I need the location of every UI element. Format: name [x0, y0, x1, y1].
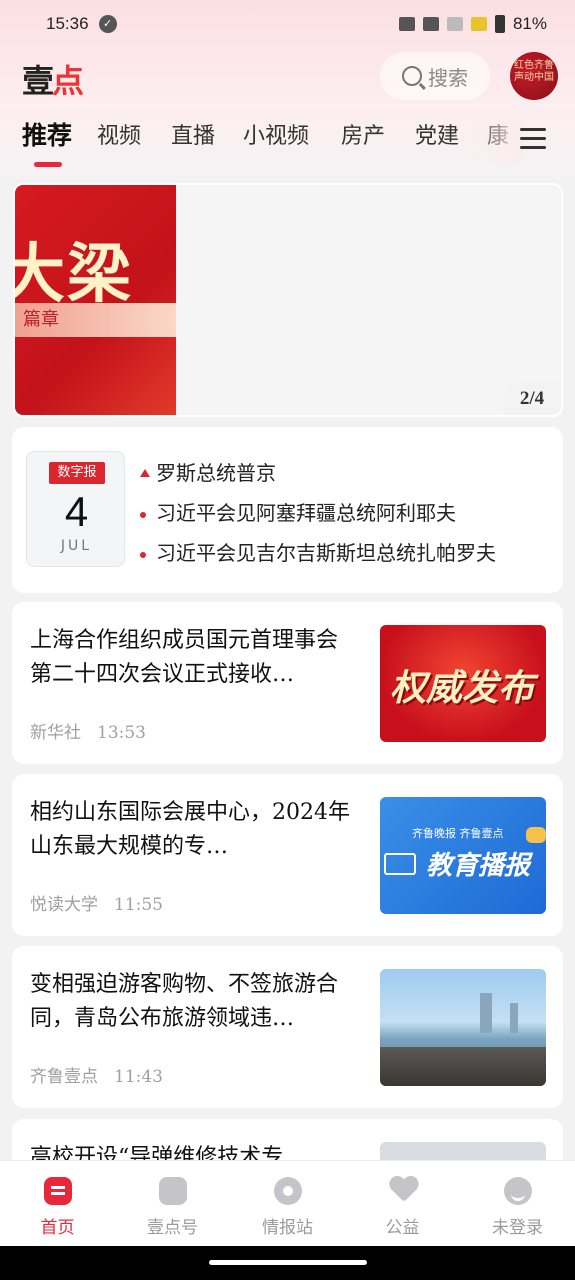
headline-item[interactable]: 习近平会见阿塞拜疆总统阿利耶夫: [140, 497, 456, 526]
news-title: 变相强迫游客购物、不签旅游合同，青岛公布旅游领域违…: [30, 972, 339, 1031]
app-logo[interactable]: 壹点: [22, 56, 84, 102]
status-time: 15:36: [46, 14, 89, 33]
banner-image[interactable]: 大梁 篇章: [15, 185, 176, 415]
news-thumbnail[interactable]: 权威发布: [380, 625, 546, 742]
news-item[interactable]: 相约山东国际会展中心，2024年山东最大规模的专… 悦读大学 11:55 齐鲁晚报…: [12, 774, 563, 936]
vibrate-icon: [398, 17, 415, 31]
battery-icon: [494, 15, 505, 33]
news-thumbnail[interactable]: [380, 969, 546, 1086]
news-item[interactable]: 变相强迫游客购物、不签旅游合同，青岛公布旅游领域违… 齐鲁壹点 11:43: [12, 946, 563, 1108]
search-icon: [402, 66, 422, 86]
news-source: 齐鲁壹点: [30, 1067, 98, 1087]
thumbnail-text: 权威发布: [390, 667, 535, 709]
envelope-icon: [384, 853, 416, 875]
news-meta: 悦读大学 11:55: [30, 890, 163, 915]
headline-item[interactable]: 罗斯总统普京: [140, 457, 276, 486]
news-item[interactable]: 上海合作组织成员国元首理事会第二十四次会议正式接收… 新华社 13:53 权威发布: [12, 602, 563, 764]
home-icon: [43, 1177, 72, 1205]
news-title: 上海合作组织成员国元首理事会第二十四次会议正式接收…: [30, 628, 339, 687]
nav-charity[interactable]: 公益: [345, 1161, 460, 1246]
banner-carousel[interactable]: 大梁 篇章 2/4: [13, 183, 563, 417]
news-source: 新华社: [30, 723, 81, 743]
digital-paper-label: 数字报: [49, 462, 105, 484]
calendar-month: JUL: [60, 538, 93, 554]
headline-text: 罗斯总统普京: [156, 461, 276, 485]
news-time: 13:53: [97, 723, 146, 743]
heart-icon: [389, 1177, 419, 1203]
avatar-text: 红色齐鲁 声动中国: [514, 60, 554, 83]
thumbnail-building: [510, 1003, 518, 1033]
nav-profile[interactable]: 未登录: [460, 1161, 575, 1246]
search-button[interactable]: 搜索: [380, 52, 490, 100]
nav-intel-station[interactable]: 情报站: [230, 1161, 345, 1246]
bullet-icon: [140, 551, 146, 558]
news-title: 相约山东国际会展中心，2024年山东最大规模的专…: [30, 800, 350, 859]
charging-icon: [470, 17, 487, 31]
headline-text: 习近平会见吉尔吉斯斯坦总统扎帕罗夫: [156, 541, 496, 565]
headline-item[interactable]: 习近平会见吉尔吉斯斯坦总统扎帕罗夫: [140, 537, 496, 566]
nav-label: 情报站: [262, 1218, 313, 1238]
status-icons: 81%: [398, 14, 547, 34]
intel-station-icon: [273, 1177, 302, 1205]
status-bar: 15:36 ✓ 81%: [0, 0, 575, 48]
news-meta: 新华社 13:53: [30, 718, 146, 743]
news-time: 11:43: [114, 1067, 163, 1087]
tab-recommend[interactable]: 推荐: [22, 116, 72, 152]
tab-fade: [472, 118, 522, 162]
thumbnail-shore: [380, 1047, 546, 1086]
signal-icon: [446, 17, 463, 31]
app-header: 壹点 搜索 红色齐鲁 声动中国: [0, 50, 575, 106]
home-gesture-bar[interactable]: [209, 1260, 367, 1265]
tab-real-estate[interactable]: 房产: [341, 118, 385, 150]
thumbnail-tower: [480, 993, 492, 1033]
banner-big-text: 大梁: [15, 237, 133, 312]
nav-label: 未登录: [492, 1218, 543, 1238]
digital-paper-card[interactable]: 数字报 4 JUL 罗斯总统普京 习近平会见阿塞拜疆总统阿利耶夫 习近平会见吉尔…: [12, 427, 563, 593]
wifi-icon: [422, 17, 439, 31]
yidianhao-icon: [158, 1177, 187, 1205]
search-placeholder: 搜索: [428, 65, 468, 90]
headline-text: 习近平会见阿塞拜疆总统阿利耶夫: [156, 501, 456, 525]
avatar[interactable]: 红色齐鲁 声动中国: [510, 52, 558, 100]
nav-home[interactable]: 首页: [0, 1161, 115, 1246]
nav-label: 公益: [385, 1218, 420, 1238]
tab-video[interactable]: 视频: [97, 118, 141, 150]
logo-dot: 点: [52, 62, 84, 100]
channel-menu-icon[interactable]: [520, 128, 546, 150]
news-time: 11:55: [114, 895, 163, 915]
tab-short-video[interactable]: 小视频: [243, 118, 309, 150]
news-meta: 齐鲁壹点 11:43: [30, 1062, 163, 1087]
thumbnail-text: 教育播报: [426, 851, 531, 881]
digital-paper-calendar[interactable]: 数字报 4 JUL: [26, 451, 125, 567]
bullet-icon: [140, 468, 150, 477]
bottom-navigation: 首页 壹点号 情报站 公益 未登录: [0, 1160, 575, 1246]
nav-yidianhao[interactable]: 壹点号: [115, 1161, 230, 1246]
thumbnail-brand-text: 齐鲁晚报 齐鲁壹点: [412, 827, 504, 840]
news-thumbnail[interactable]: 齐鲁晚报 齐鲁壹点 教育播报: [380, 797, 546, 914]
chat-bubble-icon: [526, 827, 546, 843]
battery-percent: 81%: [512, 14, 547, 33]
bullet-icon: [140, 511, 146, 518]
channel-tabs: 推荐 视频 直播 小视频 房产 党建 康: [0, 118, 575, 170]
calendar-day: 4: [64, 488, 89, 535]
nav-label: 首页: [40, 1218, 75, 1238]
logo-main: 壹: [22, 62, 54, 100]
news-source: 悦读大学: [30, 895, 98, 915]
banner-page-counter: 2/4: [503, 383, 561, 415]
active-tab-indicator: [34, 162, 62, 167]
notification-check-icon: ✓: [98, 15, 117, 33]
tab-party-building[interactable]: 党建: [415, 118, 459, 150]
banner-strip-text: 篇章: [15, 303, 176, 337]
tab-live[interactable]: 直播: [171, 118, 215, 150]
user-face-icon: [503, 1177, 532, 1205]
nav-label: 壹点号: [147, 1218, 198, 1238]
system-navigation-bar: [0, 1246, 575, 1280]
